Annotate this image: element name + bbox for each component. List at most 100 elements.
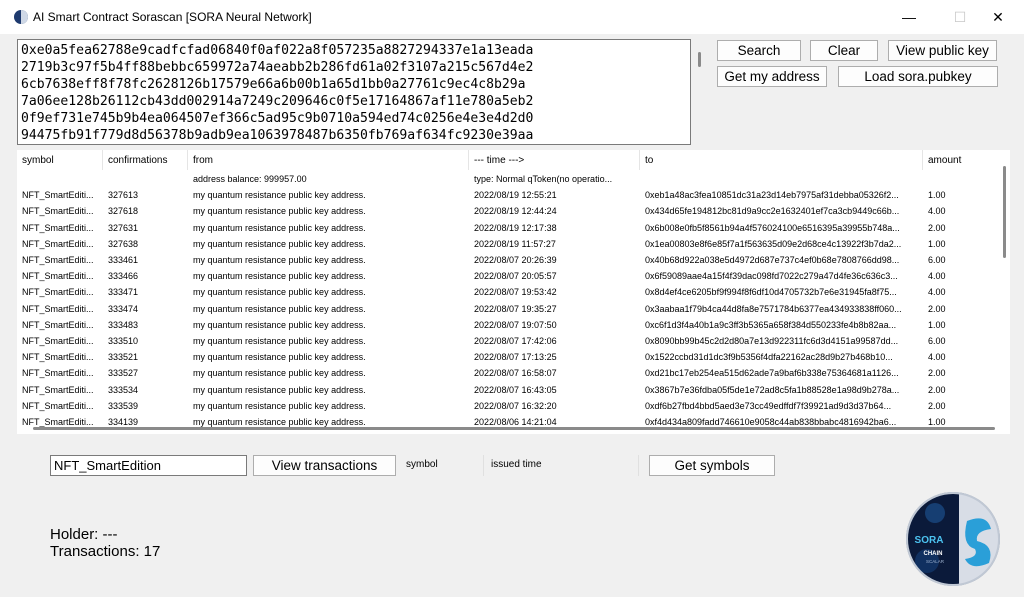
cell-confirmations: 333471 xyxy=(108,287,139,298)
cell-symbol: NFT_SmartEditi... xyxy=(22,352,94,363)
address-scrollbar[interactable] xyxy=(698,52,701,67)
table-row[interactable]: NFT_SmartEditi... 333527 my quantum resist… xyxy=(17,365,997,381)
cell-symbol: NFT_SmartEditi... xyxy=(22,255,94,265)
cell-time: 2022/08/07 17:13:25 xyxy=(474,352,557,363)
cell-confirmations: 327638 xyxy=(108,238,139,249)
cell-amount: 2.00 xyxy=(928,222,946,233)
cell-time: 2022/08/19 12:55:21 xyxy=(474,190,557,201)
cell-confirmations: 333483 xyxy=(108,319,139,330)
logo-text-chain: CHAIN xyxy=(924,551,943,557)
cell-time: 2022/08/07 20:26:39 xyxy=(474,255,557,265)
cell-symbol: NFT_SmartEditi... xyxy=(22,287,94,298)
list-horizontal-scrollbar[interactable] xyxy=(33,427,995,430)
column-divider xyxy=(638,455,639,476)
cell-amount: 1.00 xyxy=(928,238,946,249)
column-header-symbol[interactable]: symbol xyxy=(17,150,103,170)
table-row[interactable]: NFT_SmartEditi... 333534 my quantum resist… xyxy=(17,382,997,398)
cell-confirmations: 333474 xyxy=(108,303,139,314)
cell-from: my quantum resistance public key address… xyxy=(193,271,366,282)
view-public-key-button[interactable]: View public key xyxy=(888,40,997,61)
table-row[interactable]: NFT_SmartEditi... 327631 my quantum resist… xyxy=(17,220,997,236)
cell-time: type: Normal qToken(no operatio... xyxy=(474,174,613,184)
table-row-info[interactable]: address balance: 999957.00 type: Normal q… xyxy=(17,171,997,187)
cell-to: 0x40b68d922a038e5d4972d687e737c4ef0b68e7… xyxy=(645,255,900,265)
search-button[interactable]: Search xyxy=(717,40,801,61)
cell-time: 2022/08/19 12:17:38 xyxy=(474,222,557,233)
table-row[interactable]: NFT_SmartEditi... 327638 my quantum resist… xyxy=(17,236,997,252)
cell-to: 0x6f59089aae4a15f4f39dac098fd7022c279a47… xyxy=(645,271,898,282)
table-row[interactable]: NFT_SmartEditi... 333483 my quantum resist… xyxy=(17,317,997,333)
cell-to: 0x8d4ef4ce6205bf9f994f8f6df10d4705732b7e… xyxy=(645,287,897,298)
get-my-address-button[interactable]: Get my address xyxy=(717,66,827,87)
cell-symbol: NFT_SmartEditi... xyxy=(22,238,94,249)
table-row[interactable]: NFT_SmartEditi... 333474 my quantum resist… xyxy=(17,301,997,317)
cell-amount: 6.00 xyxy=(928,255,946,265)
table-row[interactable]: NFT_SmartEditi... 333471 my quantum resist… xyxy=(17,284,997,300)
cell-amount: 2.00 xyxy=(928,384,946,395)
close-button[interactable]: ✕ xyxy=(975,0,1021,34)
cell-to: 0x6b008e0fb5f8561b94a4f576024100e6516395… xyxy=(645,222,900,233)
cell-to: 0x1522ccbd31d1dc3f9b5356f4dfa22162ac28d9… xyxy=(645,352,893,363)
holder-label: Holder: --- xyxy=(50,526,118,543)
table-row[interactable]: NFT_SmartEditi... 333466 my quantum resist… xyxy=(17,268,997,284)
cell-symbol: NFT_SmartEditi... xyxy=(22,303,94,314)
cell-symbol: NFT_SmartEditi... xyxy=(22,400,94,411)
cell-from: my quantum resistance public key address… xyxy=(193,222,366,233)
list-vertical-scrollbar[interactable] xyxy=(1003,166,1006,258)
cell-symbol: NFT_SmartEditi... xyxy=(22,271,94,282)
logo-text-sora: SORA xyxy=(915,535,944,546)
minimize-button[interactable]: — xyxy=(886,0,932,34)
cell-confirmations: 327631 xyxy=(108,222,139,233)
cell-to: 0x3aabaa1f79b4ca44d8fa8e7571784b6377ea43… xyxy=(645,303,902,314)
issued-time-label: issued time xyxy=(491,459,542,470)
cell-to: 0x8090bb99b45c2d2d80a7e13d922311fc6d3d41… xyxy=(645,336,899,346)
address-text[interactable]: 0xe0a5fea62788e9cadfcfad06840f0af022a8f0… xyxy=(21,42,686,144)
table-row[interactable]: NFT_SmartEditi... 333510 my quantum resist… xyxy=(17,333,997,349)
cell-amount: 6.00 xyxy=(928,336,946,346)
column-header-amount[interactable]: amount xyxy=(923,150,997,170)
column-header-confirmations[interactable]: confirmations xyxy=(103,150,188,170)
table-row[interactable]: NFT_SmartEditi... 333461 my quantum resist… xyxy=(17,252,997,268)
cell-time: 2022/08/07 16:43:05 xyxy=(474,384,557,395)
cell-amount: 2.00 xyxy=(928,400,946,411)
cell-symbol: NFT_SmartEditi... xyxy=(22,190,94,201)
cell-from: my quantum resistance public key address… xyxy=(193,206,366,217)
view-transactions-button[interactable]: View transactions xyxy=(253,455,396,476)
column-header-from[interactable]: from xyxy=(188,150,469,170)
cell-amount: 1.00 xyxy=(928,319,946,330)
cell-symbol: NFT_SmartEditi... xyxy=(22,384,94,395)
table-row[interactable]: NFT_SmartEditi... 327618 my quantum resist… xyxy=(17,203,997,219)
table-row[interactable]: NFT_SmartEditi... 333521 my quantum resist… xyxy=(17,349,997,365)
cell-to: 0x434d65fe194812bc81d9a9cc2e1632401ef7ca… xyxy=(645,206,900,217)
cell-amount: 4.00 xyxy=(928,287,946,298)
cell-from: my quantum resistance public key address… xyxy=(193,287,366,298)
cell-amount: 4.00 xyxy=(928,271,946,282)
table-row[interactable]: NFT_SmartEditi... 327613 my quantum resist… xyxy=(17,187,997,203)
cell-from: my quantum resistance public key address… xyxy=(193,238,366,249)
cell-confirmations: 333534 xyxy=(108,384,139,395)
column-header-to[interactable]: to xyxy=(640,150,923,170)
table-row[interactable]: NFT_SmartEditi... 333539 my quantum resist… xyxy=(17,398,997,414)
column-header-time[interactable]: --- time ---> xyxy=(469,150,640,170)
cell-confirmations: 333521 xyxy=(108,352,139,363)
cell-amount: 1.00 xyxy=(928,190,946,201)
cell-from: my quantum resistance public key address… xyxy=(193,368,366,379)
cell-confirmations: 333539 xyxy=(108,400,139,411)
cell-from: my quantum resistance public key address… xyxy=(193,303,366,314)
cell-symbol: NFT_SmartEditi... xyxy=(22,222,94,233)
title-bar: AI Smart Contract Sorascan [SORA Neural … xyxy=(0,0,1024,34)
address-textbox[interactable]: 0xe0a5fea62788e9cadfcfad06840f0af022a8f0… xyxy=(17,39,691,145)
clear-button[interactable]: Clear xyxy=(810,40,878,61)
symbol-input[interactable]: NFT_SmartEdition xyxy=(50,455,247,476)
cell-confirmations: 333461 xyxy=(108,255,139,265)
cell-to: 0x1ea00803e8f6e85f7a1f563635d09e2d68ce4c… xyxy=(645,238,902,249)
cell-time: 2022/08/07 20:05:57 xyxy=(474,271,557,282)
load-pubkey-button[interactable]: Load sora.pubkey xyxy=(838,66,998,87)
transactions-list[interactable]: symbol confirmations from --- time ---> … xyxy=(17,150,1010,434)
transactions-count-label: Transactions: 17 xyxy=(50,543,161,560)
cell-from: my quantum resistance public key address… xyxy=(193,384,366,395)
get-symbols-button[interactable]: Get symbols xyxy=(649,455,775,476)
cell-symbol: NFT_SmartEditi... xyxy=(22,319,94,330)
cell-symbol: NFT_SmartEditi... xyxy=(22,206,94,217)
cell-amount: 4.00 xyxy=(928,352,946,363)
